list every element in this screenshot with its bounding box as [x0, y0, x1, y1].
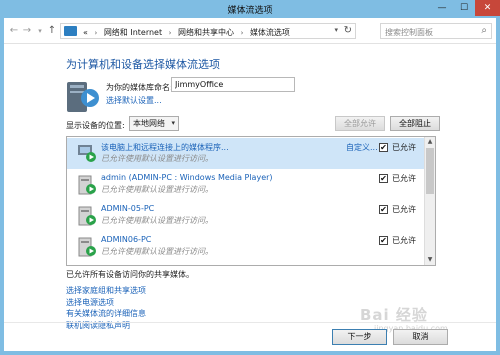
status-text: 已允许所有设备访问你的共享媒体。	[66, 270, 194, 279]
breadcrumb-separator-icon[interactable]: ›	[94, 29, 97, 37]
allowed-label: 已允许	[392, 236, 416, 245]
device-name[interactable]: 该电脑上和远程连接上的媒体程序...	[101, 142, 229, 153]
cancel-button[interactable]: 取消	[393, 329, 448, 345]
breadcrumb-item[interactable]: 媒体流选项	[250, 28, 290, 37]
back-icon[interactable]: ←	[8, 24, 20, 38]
computer-icon	[78, 175, 96, 195]
device-status: 已允许使用默认设置进行访问。	[101, 216, 213, 225]
breadcrumb-item[interactable]: 网络和共享中心	[178, 28, 234, 37]
device-status: 已允许使用默认设置进行访问。	[101, 185, 213, 194]
device-name[interactable]: admin (ADMIN-PC : Windows Media Player)	[101, 173, 273, 182]
breadcrumb-item[interactable]: 网络和 Internet	[104, 28, 162, 37]
allowed-label: 已允许	[392, 143, 416, 152]
scroll-thumb[interactable]	[426, 148, 434, 194]
device-row-admin[interactable]: admin (ADMIN-PC : Windows Media Player) …	[67, 169, 425, 200]
window-frame: 媒体流选项 — ☐ ✕ ← → ▾ ↑ « › 网络和 Internet › 网…	[0, 0, 500, 355]
title-bar: 媒体流选项 — ☐ ✕	[0, 0, 500, 18]
library-name-input[interactable]	[171, 77, 295, 92]
device-name[interactable]: ADMIN06-PC	[101, 235, 151, 244]
device-list[interactable]: 该电脑上和远程连接上的媒体程序... 已允许使用默认设置进行访问。 自定义...…	[66, 136, 436, 266]
address-toolbar: ← → ▾ ↑ « › 网络和 Internet › 网络和共享中心 › 媒体流…	[4, 18, 496, 44]
device-row-admin-05-pc[interactable]: ADMIN-05-PC 已允许使用默认设置进行访问。 ✔ 已允许	[67, 200, 425, 231]
show-devices-label: 显示设备的位置:	[66, 121, 125, 130]
breadcrumb-separator-icon[interactable]: ›	[241, 29, 244, 37]
up-icon[interactable]: ↑	[46, 24, 58, 38]
scroll-down-icon[interactable]: ▼	[425, 255, 435, 265]
window-title: 媒体流选项	[227, 6, 273, 16]
address-bar[interactable]: « › 网络和 Internet › 网络和共享中心 › 媒体流选项 ▾ ↻	[60, 23, 356, 39]
block-all-button[interactable]: 全部阻止	[390, 116, 440, 131]
page-title: 为计算机和设备选择媒体流选项	[66, 58, 220, 71]
minimize-button[interactable]: —	[431, 0, 453, 16]
customize-link[interactable]: 自定义...	[346, 142, 378, 153]
allow-all-button[interactable]: 全部允许	[335, 116, 385, 131]
control-panel-icon	[64, 26, 77, 36]
allow-checkbox[interactable]: ✔	[379, 174, 388, 183]
allow-checkbox[interactable]: ✔	[379, 205, 388, 214]
maximize-button[interactable]: ☐	[453, 0, 475, 16]
device-list-scrollbar[interactable]: ▲ ▼	[424, 137, 435, 265]
refresh-icon[interactable]: ↻	[344, 25, 352, 36]
watermark-logo: Bai 经验	[360, 306, 428, 324]
next-button[interactable]: 下一步	[332, 329, 387, 345]
device-location-value: 本地网络	[133, 119, 165, 128]
window-client: ← → ▾ ↑ « › 网络和 Internet › 网络和共享中心 › 媒体流…	[4, 18, 496, 351]
allowed-label: 已允许	[392, 174, 416, 183]
chevron-down-icon: ▾	[171, 119, 175, 127]
device-row-admin06-pc[interactable]: ADMIN06-PC 已允许使用默认设置进行访问。 ✔ 已允许	[67, 231, 425, 262]
device-row-media-programs[interactable]: 该电脑上和远程连接上的媒体程序... 已允许使用默认设置进行访问。 自定义...…	[67, 138, 425, 169]
homegroup-sharing-link[interactable]: 选择家庭组和共享选项	[66, 285, 146, 297]
media-streaming-info-link[interactable]: 有关媒体流的详细信息	[66, 308, 146, 320]
media-library-icon	[67, 82, 99, 112]
computer-icon	[78, 237, 96, 257]
media-program-icon	[78, 145, 96, 162]
breadcrumb: « › 网络和 Internet › 网络和共享中心 › 媒体流选项	[83, 27, 290, 38]
close-button[interactable]: ✕	[475, 0, 500, 16]
allow-checkbox[interactable]: ✔	[379, 236, 388, 245]
search-icon[interactable]: ⌕	[481, 25, 487, 36]
address-dropdown-icon[interactable]: ▾	[334, 26, 338, 34]
choose-default-settings-link[interactable]: 选择默认设置...	[106, 95, 162, 106]
recent-pages-dropdown-icon[interactable]: ▾	[34, 24, 46, 38]
device-status: 已允许使用默认设置进行访问。	[101, 154, 213, 163]
device-location-select[interactable]: 本地网络 ▾	[129, 116, 179, 131]
power-options-link[interactable]: 选择电源选项	[66, 297, 146, 309]
library-name-label: 为你的媒体库命名:	[106, 83, 173, 92]
computer-icon	[78, 206, 96, 226]
scroll-up-icon[interactable]: ▲	[425, 137, 435, 147]
device-name[interactable]: ADMIN-05-PC	[101, 204, 154, 213]
related-links: 选择家庭组和共享选项 选择电源选项 有关媒体流的详细信息 联机阅读隐私声明	[66, 285, 146, 331]
search-placeholder: 搜索控制面板	[385, 28, 433, 37]
breadcrumb-separator-icon[interactable]: ›	[169, 29, 172, 37]
search-box[interactable]: 搜索控制面板 ⌕	[380, 23, 492, 39]
allow-checkbox[interactable]: ✔	[379, 143, 388, 152]
allowed-label: 已允许	[392, 205, 416, 214]
breadcrumb-overflow[interactable]: «	[83, 28, 88, 37]
device-status: 已允许使用默认设置进行访问。	[101, 247, 213, 256]
forward-icon[interactable]: →	[21, 24, 33, 38]
